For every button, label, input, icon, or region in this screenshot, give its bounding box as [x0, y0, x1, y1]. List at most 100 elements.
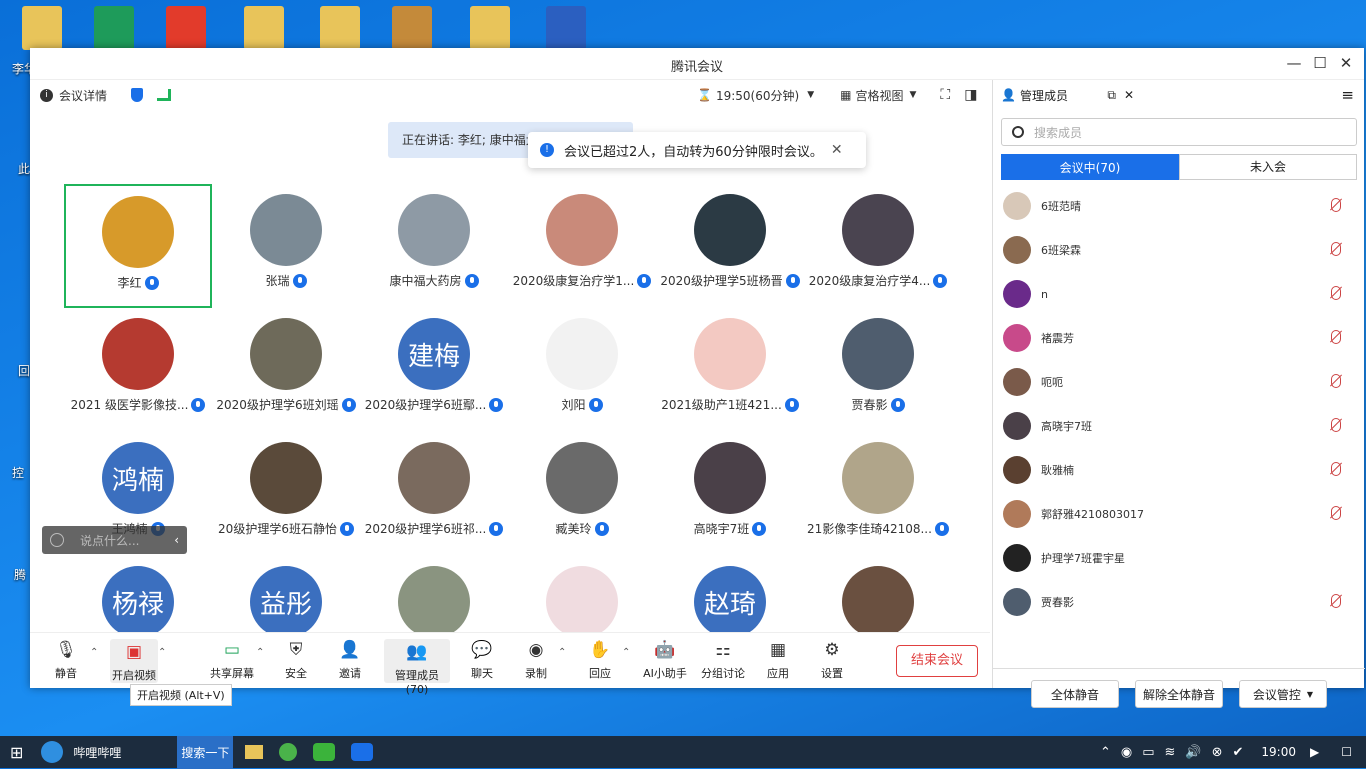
- participant-tile[interactable]: 2020级护理学5班杨晋: [656, 184, 804, 308]
- close-icon[interactable]: ✕: [831, 142, 843, 158]
- desktop-icon-8[interactable]: [546, 6, 586, 50]
- emoji-icon[interactable]: [50, 533, 64, 547]
- participant-tile[interactable]: [804, 556, 952, 632]
- meeting-control-button[interactable]: 会议管控 ▼: [1239, 680, 1327, 708]
- mic-muted-icon[interactable]: [1331, 462, 1341, 476]
- participant-tile[interactable]: 2021级助产1班421...: [656, 308, 804, 432]
- desktop-icon-3[interactable]: [166, 6, 206, 50]
- chevron-left-icon[interactable]: ‹: [174, 533, 179, 547]
- participant-tile[interactable]: [508, 556, 656, 632]
- tray-icons[interactable]: ⌃◉▭≋🔊⊗✔: [1100, 745, 1253, 760]
- sidebar-toggle-icon[interactable]: ◨: [964, 87, 977, 103]
- participant-tile[interactable]: 李红: [64, 184, 212, 308]
- end-meeting-button[interactable]: 结束会议: [896, 645, 978, 677]
- participant-tile[interactable]: 赵琦: [656, 556, 804, 632]
- desktop-icon-7[interactable]: [470, 6, 510, 50]
- windows-start-icon[interactable]: ⊞: [10, 743, 23, 762]
- search-button[interactable]: 搜索一下: [177, 735, 234, 769]
- chevron-up-icon[interactable]: ⌃: [558, 647, 566, 658]
- security-button[interactable]: ⛨ 安全: [284, 639, 308, 681]
- fullscreen-icon[interactable]: ⛶: [940, 87, 950, 103]
- mic-muted-icon[interactable]: [1331, 330, 1341, 344]
- chevron-up-icon[interactable]: ⌃: [158, 647, 166, 658]
- member-row[interactable]: n: [1003, 272, 1355, 316]
- participant-tile[interactable]: 建梅 2020级护理学6班鄢...: [360, 308, 508, 432]
- chat-button[interactable]: 💬 聊天: [470, 639, 494, 681]
- notification-icon[interactable]: ☐: [1341, 745, 1352, 759]
- popout-icon[interactable]: ⧉: [1107, 88, 1116, 103]
- member-row[interactable]: 高晓宇7班: [1003, 404, 1355, 448]
- mute-button[interactable]: 🎙 静音: [52, 639, 80, 681]
- clock[interactable]: 19:00: [1261, 745, 1296, 759]
- participant-tile[interactable]: 2020级护理学6班刘瑶: [212, 308, 360, 432]
- chevron-up-icon[interactable]: ⌃: [256, 647, 264, 658]
- desktop-icon-4[interactable]: [244, 6, 284, 50]
- participant-tile[interactable]: 康中福大药房: [360, 184, 508, 308]
- member-row[interactable]: 6班梁霖: [1003, 228, 1355, 272]
- member-row[interactable]: 褚震芳: [1003, 316, 1355, 360]
- invite-button[interactable]: 👤 邀请: [338, 639, 362, 681]
- meeting-timer[interactable]: 19:50(60分钟): [716, 87, 799, 104]
- reactions-button[interactable]: ✋ 回应: [588, 639, 612, 681]
- participant-tile[interactable]: 2020级护理学6班祁...: [360, 432, 508, 556]
- chat-input-bar[interactable]: 说点什么... ‹: [42, 526, 187, 554]
- app-icon-green[interactable]: [279, 743, 298, 761]
- breakout-button[interactable]: ⚏ 分组讨论: [700, 639, 746, 681]
- maximize-button[interactable]: ☐: [1310, 53, 1330, 73]
- member-search-input[interactable]: 搜索成员: [1001, 118, 1357, 146]
- video-button[interactable]: ▣ 开启视频: [110, 639, 158, 683]
- menu-icon[interactable]: ≡: [1341, 86, 1354, 104]
- participant-tile[interactable]: [360, 556, 508, 632]
- close-icon[interactable]: ✕: [1124, 88, 1134, 102]
- wechat-icon[interactable]: [313, 743, 336, 761]
- member-row[interactable]: 呃呃: [1003, 360, 1355, 404]
- mic-muted-icon[interactable]: [1331, 286, 1341, 300]
- participant-tile[interactable]: 2020级康复治疗学4...: [804, 184, 952, 308]
- record-button[interactable]: ◉ 录制: [524, 639, 548, 681]
- minimize-button[interactable]: —: [1284, 53, 1304, 73]
- tencent-meeting-icon[interactable]: [351, 743, 374, 761]
- desktop-icon-5[interactable]: [320, 6, 360, 50]
- member-row[interactable]: 郭舒雅4210803017: [1003, 492, 1355, 536]
- share-screen-button[interactable]: ▭ 共享屏幕: [208, 639, 256, 681]
- mic-muted-icon[interactable]: [1331, 242, 1341, 256]
- mic-muted-icon[interactable]: [1331, 198, 1341, 212]
- folder-icon[interactable]: [245, 745, 264, 759]
- participant-tile[interactable]: 贾春影: [804, 308, 952, 432]
- tab-not-joined[interactable]: 未入会: [1179, 154, 1357, 180]
- participant-tile[interactable]: 刘阳: [508, 308, 656, 432]
- apps-button[interactable]: ▦ 应用: [766, 639, 790, 681]
- mic-muted-icon[interactable]: [1331, 374, 1341, 388]
- ai-assistant-button[interactable]: 🤖 AI小助手: [642, 639, 688, 681]
- participant-tile[interactable]: 2021 级医学影像技...: [64, 308, 212, 432]
- chevron-up-icon[interactable]: ⌃: [622, 647, 630, 658]
- media-icon[interactable]: ▶: [1310, 745, 1319, 759]
- participant-tile[interactable]: 20级护理学6班石静怡: [212, 432, 360, 556]
- mic-muted-icon[interactable]: [1331, 506, 1341, 520]
- grid-view-button[interactable]: 宫格视图: [855, 87, 903, 104]
- mic-muted-icon[interactable]: [1331, 418, 1341, 432]
- mic-muted-icon[interactable]: [1331, 594, 1341, 608]
- participant-tile[interactable]: 高晓宇7班: [656, 432, 804, 556]
- browser-icon[interactable]: [41, 741, 64, 763]
- chevron-down-icon[interactable]: ▼: [807, 90, 814, 100]
- participant-tile[interactable]: 杨禄: [64, 556, 212, 632]
- participant-tile[interactable]: 臧美玲: [508, 432, 656, 556]
- participant-tile[interactable]: 21影像李佳琦42108...: [804, 432, 952, 556]
- shield-icon[interactable]: [131, 88, 144, 102]
- meeting-details-link[interactable]: 会议详情: [59, 87, 107, 104]
- close-button[interactable]: ✕: [1336, 53, 1356, 73]
- member-row[interactable]: 护理学7班霍宇星: [1003, 536, 1355, 580]
- browser-tab[interactable]: 哔哩哔哩: [73, 744, 173, 761]
- chevron-up-icon[interactable]: ⌃: [90, 647, 98, 658]
- desktop-icon-6[interactable]: [392, 6, 432, 50]
- member-row[interactable]: 耿雅楠: [1003, 448, 1355, 492]
- chat-input-placeholder[interactable]: 说点什么...: [80, 532, 139, 549]
- participant-tile[interactable]: 益彤: [212, 556, 360, 632]
- participant-tile[interactable]: 2020级康复治疗学1...: [508, 184, 656, 308]
- tab-in-meeting[interactable]: 会议中(70): [1001, 154, 1179, 180]
- desktop-icon-2[interactable]: [94, 6, 134, 50]
- member-row[interactable]: 6班范晴: [1003, 184, 1355, 228]
- chevron-down-icon[interactable]: ▼: [909, 90, 916, 100]
- manage-members-button[interactable]: 👥 管理成员(70): [384, 639, 450, 696]
